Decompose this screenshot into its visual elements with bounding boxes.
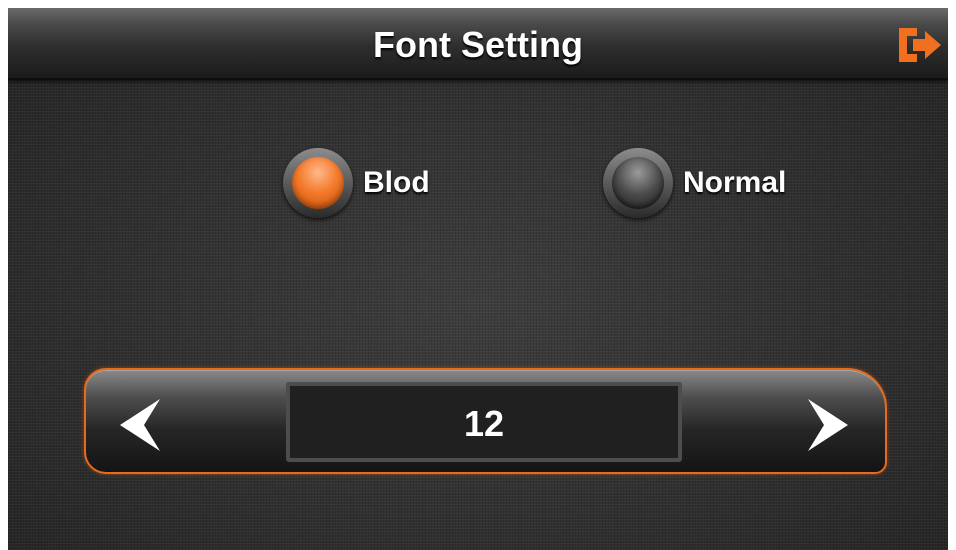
decrease-size-button[interactable]: [114, 395, 164, 455]
radio-option-normal[interactable]: Normal: [603, 148, 823, 218]
font-setting-screen: Font Setting Blod Normal 12: [8, 8, 948, 550]
radio-label-normal: Normal: [683, 166, 787, 199]
radio-indicator-unselected: [612, 157, 664, 209]
increase-size-button[interactable]: [804, 395, 854, 455]
exit-button[interactable]: [893, 26, 945, 64]
font-size-display: 12: [286, 382, 682, 462]
arrow-right-icon: [808, 399, 848, 451]
radio-option-blod[interactable]: Blod: [283, 148, 463, 218]
arrow-left-icon: [120, 399, 160, 451]
font-size-stepper: 12: [84, 368, 887, 474]
radio-indicator-selected: [292, 157, 344, 209]
font-size-value: 12: [463, 403, 505, 444]
exit-icon: [899, 28, 941, 62]
radio-button-blod[interactable]: [283, 148, 353, 218]
radio-button-normal[interactable]: [603, 148, 673, 218]
radio-label-blod: Blod: [363, 166, 430, 199]
page-title: Font Setting: [373, 24, 583, 65]
title-bar: Font Setting: [8, 8, 948, 80]
